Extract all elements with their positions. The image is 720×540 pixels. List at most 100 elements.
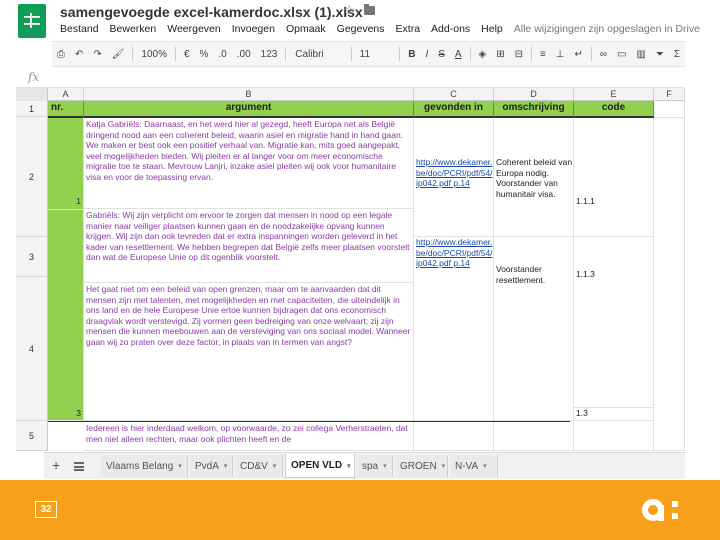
nr-cell-mid[interactable]: [48, 210, 84, 409]
nr-cell-1[interactable]: 1: [48, 196, 84, 210]
sheet-list-icon[interactable]: [74, 462, 84, 471]
chevron-down-icon[interactable]: ▾: [178, 462, 182, 470]
row-header-3[interactable]: 3: [16, 237, 48, 277]
save-status[interactable]: Alle wijzigingen zijn opgeslagen in Driv…: [514, 23, 700, 35]
argument-cell-3[interactable]: Het gaat niet om een beleid van open gre…: [84, 283, 414, 421]
column-header-b[interactable]: B: [84, 88, 414, 101]
bold-button[interactable]: B: [403, 49, 420, 60]
chevron-down-icon[interactable]: ▾: [273, 462, 277, 470]
column-f-cells[interactable]: [654, 118, 685, 451]
header-cell-argument[interactable]: argument: [84, 101, 414, 118]
description-cell-2[interactable]: Voorstander resettlement.: [494, 237, 574, 421]
add-sheet-button[interactable]: +: [52, 457, 60, 473]
insert-comment-icon[interactable]: ▭: [612, 49, 631, 60]
row-header-4[interactable]: 4: [16, 277, 48, 421]
column-header-d[interactable]: D: [494, 88, 574, 101]
borders-icon[interactable]: ⊞: [491, 49, 509, 60]
filter-icon[interactable]: ⏷: [651, 49, 669, 60]
menu-extra[interactable]: Extra: [396, 23, 421, 35]
strikethrough-button[interactable]: S: [433, 49, 450, 60]
sheets-logo-icon[interactable]: [18, 4, 46, 38]
argument-cell-1[interactable]: Katja Gabriëls: Daarnaast, en het werd h…: [84, 118, 414, 209]
currency-format-button[interactable]: €: [179, 49, 195, 60]
menu-invoegen[interactable]: Invoegen: [232, 23, 275, 35]
nr-cell-top[interactable]: [48, 118, 84, 208]
row-header-2[interactable]: 2: [16, 117, 48, 237]
source-cell-1[interactable]: http://www.dekamer.be/doc/PCRI/pdf/54/ip…: [414, 118, 494, 237]
menu-gegevens[interactable]: Gegevens: [337, 23, 385, 35]
chevron-down-icon[interactable]: ▾: [224, 462, 228, 470]
source-link-2[interactable]: http://www.dekamer.be/doc/PCRI/pdf/54/ip…: [414, 237, 493, 269]
increase-decimals-button[interactable]: .00: [232, 49, 256, 60]
chevron-down-icon[interactable]: ▾: [483, 462, 487, 470]
spreadsheet-grid[interactable]: A B C D E F 1 2 3 4 5 nr. argument gevon…: [16, 88, 685, 451]
align-horizontal-icon[interactable]: ≡: [535, 49, 551, 60]
nr-cell-3[interactable]: 3: [48, 408, 84, 421]
chevron-down-icon[interactable]: ▾: [347, 462, 351, 470]
header-cell-nr[interactable]: nr.: [48, 101, 84, 118]
formula-bar: fx: [16, 68, 685, 88]
menu-opmaak[interactable]: Opmaak: [286, 23, 326, 35]
paint-format-icon[interactable]: 🖌: [107, 49, 130, 60]
insert-link-icon[interactable]: ∞: [595, 49, 612, 60]
font-size-select[interactable]: 11: [355, 49, 397, 60]
text-wrap-icon[interactable]: ↵: [570, 49, 588, 60]
chevron-down-icon[interactable]: ▾: [442, 462, 446, 470]
sheet-tab-groen[interactable]: GROEN ▾: [395, 455, 448, 477]
code-cell-2[interactable]: 1.1.3: [574, 237, 654, 408]
select-all-corner[interactable]: [16, 88, 48, 101]
sheet-tab-label: CD&V: [240, 460, 268, 472]
redo-icon[interactable]: ↷: [88, 49, 106, 60]
menu-add-ons[interactable]: Add-ons: [431, 23, 470, 35]
cell-f1[interactable]: [654, 101, 685, 118]
header-cell-omschrijving[interactable]: omschrijving: [494, 101, 574, 118]
chevron-down-icon[interactable]: ▾: [383, 462, 387, 470]
sheet-tab-open-vld[interactable]: OPEN VLD ▾: [285, 454, 355, 478]
header-cell-code[interactable]: code: [574, 101, 654, 118]
description-cell-1[interactable]: Coherent beleid van Europa nodig. Voorst…: [494, 118, 574, 237]
menu-bewerken[interactable]: Bewerken: [110, 23, 157, 35]
text-color-button[interactable]: A: [450, 49, 467, 60]
print-icon[interactable]: ⎙: [52, 49, 70, 60]
code-cell-1[interactable]: 1.1.1: [574, 118, 654, 237]
italic-button[interactable]: I: [420, 49, 433, 60]
column-header-f[interactable]: F: [654, 88, 685, 101]
argument-cell-2[interactable]: Gabriëls: Wij zijn verplicht om ervoor t…: [84, 209, 414, 283]
font-family-select[interactable]: Calibri: [289, 49, 347, 60]
document-title[interactable]: samengevoegde excel-kamerdoc.xlsx (1).xl…: [60, 4, 363, 20]
row-header-1[interactable]: 1: [16, 101, 48, 117]
align-vertical-icon[interactable]: ⊥: [551, 49, 570, 60]
insert-chart-icon[interactable]: ▥: [631, 49, 650, 60]
menu-help[interactable]: Help: [481, 23, 503, 35]
source-link-1[interactable]: http://www.dekamer.be/doc/PCRI/pdf/54/ip…: [414, 157, 493, 189]
fill-color-icon[interactable]: ◈: [474, 49, 492, 60]
column-header-a[interactable]: A: [48, 88, 84, 101]
column-header-c[interactable]: C: [414, 88, 494, 101]
row-header-5[interactable]: 5: [16, 421, 48, 451]
decrease-decimals-button[interactable]: .0: [213, 49, 231, 60]
star-icon[interactable]: ☆: [343, 2, 356, 19]
sheet-tab-n-va[interactable]: N-VA ▾: [450, 455, 498, 477]
sheet-tab-vlaams-belang[interactable]: Vlaams Belang ▾: [101, 455, 188, 477]
functions-icon[interactable]: Σ: [669, 49, 685, 60]
code-cell-4[interactable]: [574, 422, 654, 451]
menu-weergeven[interactable]: Weergeven: [167, 23, 221, 35]
merge-cells-icon[interactable]: ⊟: [510, 49, 528, 60]
zoom-select[interactable]: 100%: [136, 49, 172, 60]
formula-input[interactable]: [50, 69, 680, 86]
source-cell-4[interactable]: [414, 422, 494, 451]
code-cell-3[interactable]: 1.3: [574, 408, 654, 421]
source-cell-2[interactable]: http://www.dekamer.be/doc/PCRI/pdf/54/ip…: [414, 237, 494, 421]
column-header-e[interactable]: E: [574, 88, 654, 101]
header-cell-gevonden-in[interactable]: gevonden in: [414, 101, 494, 118]
sheet-tab-cdv[interactable]: CD&V ▾: [235, 455, 283, 477]
number-format-select[interactable]: 123: [256, 49, 283, 60]
percent-format-button[interactable]: %: [195, 49, 214, 60]
sheet-tab-pvda[interactable]: PvdA ▾: [190, 455, 233, 477]
folder-icon[interactable]: [364, 4, 375, 15]
sheet-tab-spa[interactable]: spa ▾: [357, 455, 393, 477]
argument-cell-4[interactable]: Iedereen is hier inderdaad welkom, op vo…: [84, 422, 414, 451]
undo-icon[interactable]: ↶: [70, 49, 88, 60]
menu-bestand[interactable]: Bestand: [60, 23, 99, 35]
description-cell-4[interactable]: [494, 422, 574, 451]
